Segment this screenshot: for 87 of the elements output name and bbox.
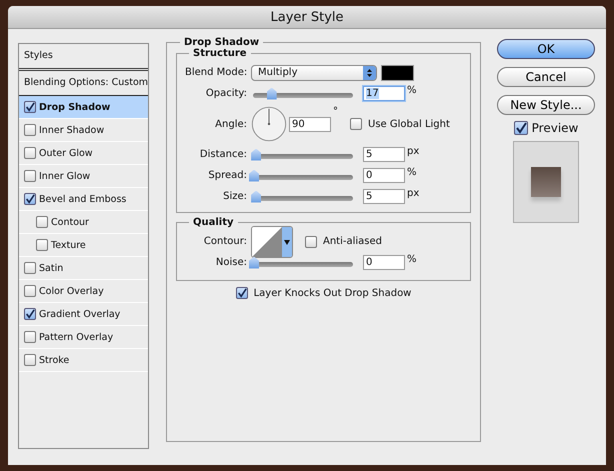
checkbox[interactable] [24,124,36,136]
style-label: Satin [39,262,64,274]
style-item[interactable]: Inner Shadow [19,119,148,142]
group-title: Structure [192,48,248,59]
style-label: Contour [51,216,89,228]
styles-header[interactable]: Styles [19,44,148,71]
style-item[interactable]: Gradient Overlay [19,303,148,326]
blend-mode-dropdown[interactable]: Multiply [251,64,377,80]
checkbox[interactable] [350,118,362,130]
slider[interactable] [251,170,355,182]
field-label: Blend Mode: [185,67,247,78]
unit-label: % [407,167,417,178]
style-label: Pattern Overlay [39,332,114,342]
field-label: Size: [222,191,247,202]
group-title: Quality [192,217,235,228]
style-item[interactable]: Texture [19,234,148,257]
checkbox[interactable] [514,121,528,135]
style-label: Outer Glow [39,148,93,158]
style-item[interactable]: Inner Glow [19,165,148,188]
style-label: Inner Shadow [39,124,104,136]
checkbox-label: Anti-aliased [323,236,382,247]
style-label: Stroke [39,354,70,366]
checkbox[interactable] [24,193,36,205]
field-label: Spread: [207,170,247,181]
unit-label: % [407,85,417,96]
value-field[interactable]: 0 [363,168,405,183]
field-label: Angle: [214,118,247,130]
stepper-icon [363,66,376,80]
style-item[interactable]: Color Overlay [19,280,148,303]
dialog-button[interactable]: New Style... [497,95,595,115]
style-item[interactable]: Outer Glow [19,142,148,165]
slider-handle[interactable] [251,190,262,202]
checkbox-label: Use Global Light [368,118,450,130]
slider-handle[interactable] [249,170,259,182]
style-item[interactable]: Bevel and Emboss [19,188,148,211]
dialog-button[interactable]: Cancel [497,67,595,87]
group-title: Drop Shadow [183,37,260,48]
style-item[interactable]: Stroke [19,349,148,372]
style-item[interactable]: Contour [19,211,148,234]
style-item[interactable]: Pattern Overlay [19,326,148,349]
field-label: Contour: [202,236,247,247]
unit-label: ° [333,106,338,117]
checkbox[interactable] [24,308,36,320]
checkbox[interactable] [236,287,248,299]
slider[interactable] [251,256,355,268]
field-label: Distance: [198,149,247,160]
checkbox[interactable] [24,262,36,274]
style-item[interactable]: Satin [19,257,148,280]
value-field[interactable]: 5 [363,147,405,162]
slider-handle[interactable] [249,256,259,268]
unit-label: % [407,254,417,265]
dialog-button[interactable]: OK [497,39,595,59]
style-label: Drop Shadow [39,102,110,112]
contour-picker[interactable] [251,226,293,258]
window-title: Layer Style [270,10,344,25]
slider-handle[interactable] [266,88,277,100]
checkbox[interactable] [24,354,36,366]
style-label: Color Overlay [39,286,104,296]
checkbox[interactable] [24,170,36,182]
slider[interactable] [251,148,355,160]
slider[interactable] [251,88,355,100]
unit-label: px [407,188,420,199]
style-label: Gradient Overlay [39,308,120,320]
slider[interactable] [251,190,355,202]
value-field[interactable]: 5 [363,189,405,204]
checkbox[interactable] [24,331,36,343]
angle-field[interactable]: 90 [289,116,331,132]
slider-handle[interactable] [251,148,262,160]
value-field[interactable]: 17 [363,86,405,101]
field-label: Opacity: [204,88,247,99]
checkbox[interactable] [36,216,48,228]
angle-dial[interactable] [251,106,287,142]
checkbox-label: Layer Knocks Out Drop Shadow [254,288,412,298]
value-field[interactable]: 0 [363,255,405,270]
style-label: Texture [51,240,86,250]
checkbox[interactable] [24,101,36,113]
checkbox[interactable] [36,239,48,251]
field-label: Noise: [214,257,247,268]
color-swatch[interactable] [381,64,414,80]
checkbox[interactable] [24,285,36,297]
checkbox-label: Preview [532,121,578,135]
unit-label: px [407,146,420,157]
style-label: Bevel and Emboss [39,194,126,204]
checkbox[interactable] [305,236,317,248]
style-label: Inner Glow [39,170,90,182]
style-item[interactable]: Drop Shadow [19,96,148,119]
checkbox[interactable] [24,147,36,159]
